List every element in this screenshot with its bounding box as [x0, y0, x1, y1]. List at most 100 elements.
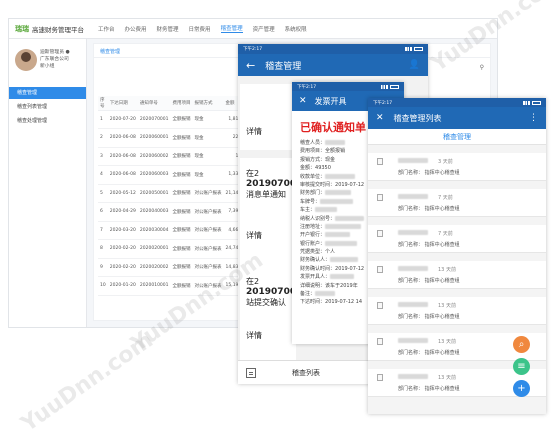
detail-link[interactable]: 详情	[246, 230, 290, 241]
nav-finance[interactable]: 财务管理	[157, 25, 179, 33]
nav-daily-expense[interactable]: 日常费用	[189, 25, 211, 33]
redacted-text	[398, 302, 428, 307]
table-cell: 全额报销	[170, 165, 193, 185]
document-icon[interactable]	[246, 367, 256, 378]
user-name: 迪斯管理员 ●	[40, 50, 70, 55]
redacted-text	[398, 266, 428, 271]
sidebar-item-audit[interactable]: 稽查管理	[9, 87, 86, 99]
table-cell: 2020070001	[137, 110, 171, 129]
search-icon[interactable]: ⚲	[480, 64, 484, 71]
detail-link[interactable]: 详情	[246, 330, 290, 341]
menu-fab-icon[interactable]: ≡	[513, 358, 530, 375]
audit-list-tab[interactable]: 稽查列表	[292, 368, 320, 378]
list-item[interactable]: 13 天前 部门名称： 指挥中心稽查组	[368, 261, 546, 289]
field-label: 稽查人员：	[300, 140, 326, 146]
table-cell: 全额报销	[170, 110, 193, 129]
table-cell: 全额报销	[170, 202, 193, 222]
list-item[interactable]: 3 天前 部门名称： 指挥中心稽查组	[368, 153, 546, 181]
user-company: 广东联合公司	[40, 57, 69, 62]
table-cell: 对公账户报表	[192, 239, 224, 259]
card-number: 20190700	[246, 287, 297, 297]
detail-link[interactable]: 详情	[246, 126, 290, 137]
redacted-text	[398, 158, 428, 163]
status-bar: 下午2:17	[292, 82, 404, 91]
nav-workbench[interactable]: 工作台	[98, 25, 115, 33]
table-cell: 全额报销	[170, 147, 193, 166]
table-row[interactable]: 42020-06-082020060003全额报销现金1,330.00	[98, 165, 251, 185]
battery-icon	[532, 100, 541, 105]
list-item[interactable]: 13 天前 部门名称： 指挥中心稽查组	[368, 297, 546, 325]
desktop-top-bar: 瑞瑞 高速财务管理平台 工作台 办公费用 财务管理 日常费用 稽查管理 资产管理…	[9, 19, 497, 39]
field-label: 报销方式：	[300, 156, 326, 163]
more-icon[interactable]: ⋮	[529, 113, 538, 123]
card-status: 站提交确认	[246, 298, 286, 307]
item-time: 13 天前	[438, 339, 456, 345]
field-value: 2019-07-12 14	[325, 299, 363, 306]
table-cell: 5	[98, 184, 108, 203]
item-dept: 部门名称： 指挥中心稽查组	[398, 206, 460, 212]
field-label: 发票开具人：	[300, 274, 331, 281]
field-label: 下达时间：	[300, 299, 326, 306]
table-cell: 7	[98, 221, 108, 240]
table-cell: 全额报销	[170, 258, 193, 277]
item-time: 7 天前	[438, 231, 453, 237]
audit-card[interactable]: 在2 20190700 站提交确认 详情	[240, 270, 296, 360]
column-header[interactable]: 序号	[98, 96, 108, 111]
table-cell: 2020-06-08	[107, 165, 138, 185]
nav-office-expense[interactable]: 办公费用	[125, 25, 147, 33]
field-value	[315, 291, 336, 297]
field-label: 注册地址：	[300, 223, 326, 230]
image-icon	[377, 374, 383, 381]
column-header[interactable]: 下达日期	[107, 96, 138, 111]
add-fab-icon[interactable]: +	[513, 380, 530, 397]
table-row[interactable]: 5 2020-05-12 2020050001 全额报销 对公账户报表 21,145.00	[98, 184, 251, 203]
card-status: 消息单通知	[246, 190, 286, 199]
phone1-title: 稽查管理	[265, 61, 302, 72]
item-dept: 部门名称： 指挥中心稽查组	[398, 242, 460, 248]
sidebar-item-audit-list[interactable]: 稽查列表管理	[9, 101, 86, 113]
nav-permissions[interactable]: 系统权限	[285, 25, 307, 33]
column-header[interactable]: 费用项目	[170, 96, 193, 111]
user-icon[interactable]: 👤	[409, 60, 420, 70]
table-row[interactable]: 72020-03-202020030004全额报销对公账户报表4,665.00	[98, 221, 251, 240]
close-icon[interactable]: ✕	[376, 113, 384, 123]
battery-icon	[390, 84, 399, 89]
table-cell: 2020-01-20	[107, 276, 138, 296]
table-cell: 2020-04-29	[107, 202, 138, 222]
field-label: 金额：	[300, 165, 316, 172]
audit-card[interactable]: 详情	[240, 84, 296, 150]
table-cell: 1	[98, 110, 108, 129]
table-row[interactable]: 32020-06-082020060002全额报销现金15.00	[98, 147, 251, 166]
search-fab-icon[interactable]: ⌕	[513, 336, 530, 353]
list-item[interactable]: 7 天前 部门名称： 指挥中心稽查组	[368, 189, 546, 217]
table-cell: 2020040003	[137, 202, 171, 222]
table-row[interactable]: 12020-07-202020070001全额报销现金1,814.00	[98, 110, 251, 129]
table-cell: 全额报销	[170, 184, 193, 203]
redacted-text	[398, 194, 428, 199]
field-value: 该车于2019年	[325, 282, 358, 289]
image-icon	[377, 158, 383, 165]
table-cell: 现金	[192, 165, 224, 185]
table-cell: 2020-03-20	[107, 221, 138, 240]
table-row[interactable]: 8 2020-02-20 2020020001 全额报销 对公账户报表 24,745.00	[98, 239, 251, 259]
app-logo: 瑞瑞	[15, 24, 29, 33]
sidebar-item-audit-process[interactable]: 稽查处理管理	[9, 115, 86, 127]
signal-icon	[381, 84, 388, 89]
column-header[interactable]: 报销方式	[192, 96, 224, 111]
table-row[interactable]: 22020-06-082020060001全额报销现金220.00	[98, 128, 251, 148]
close-icon[interactable]: ✕	[299, 96, 307, 106]
nav-assets[interactable]: 资产管理	[253, 25, 275, 33]
back-arrow-icon[interactable]: ←	[246, 59, 255, 72]
tab-audit[interactable]: 稽查管理	[368, 129, 546, 145]
field-label: 银行账户：	[300, 240, 326, 247]
item-time: 3 天前	[438, 159, 453, 165]
nav-audit[interactable]: 稽查管理	[220, 24, 243, 33]
column-header[interactable]: 通知单号	[137, 96, 171, 111]
table-row[interactable]: 62020-04-292020040003全额报销对公账户报表7,395.00	[98, 202, 251, 222]
table-cell: 2020020002	[137, 258, 171, 277]
field-label: 纳税人识别号：	[300, 215, 336, 222]
field-value	[330, 274, 355, 280]
list-item[interactable]: 7 天前部门名称： 指挥中心稽查组	[368, 225, 546, 253]
item-time: 13 天前	[438, 375, 456, 381]
table-cell: 2020-06-08	[107, 147, 138, 166]
